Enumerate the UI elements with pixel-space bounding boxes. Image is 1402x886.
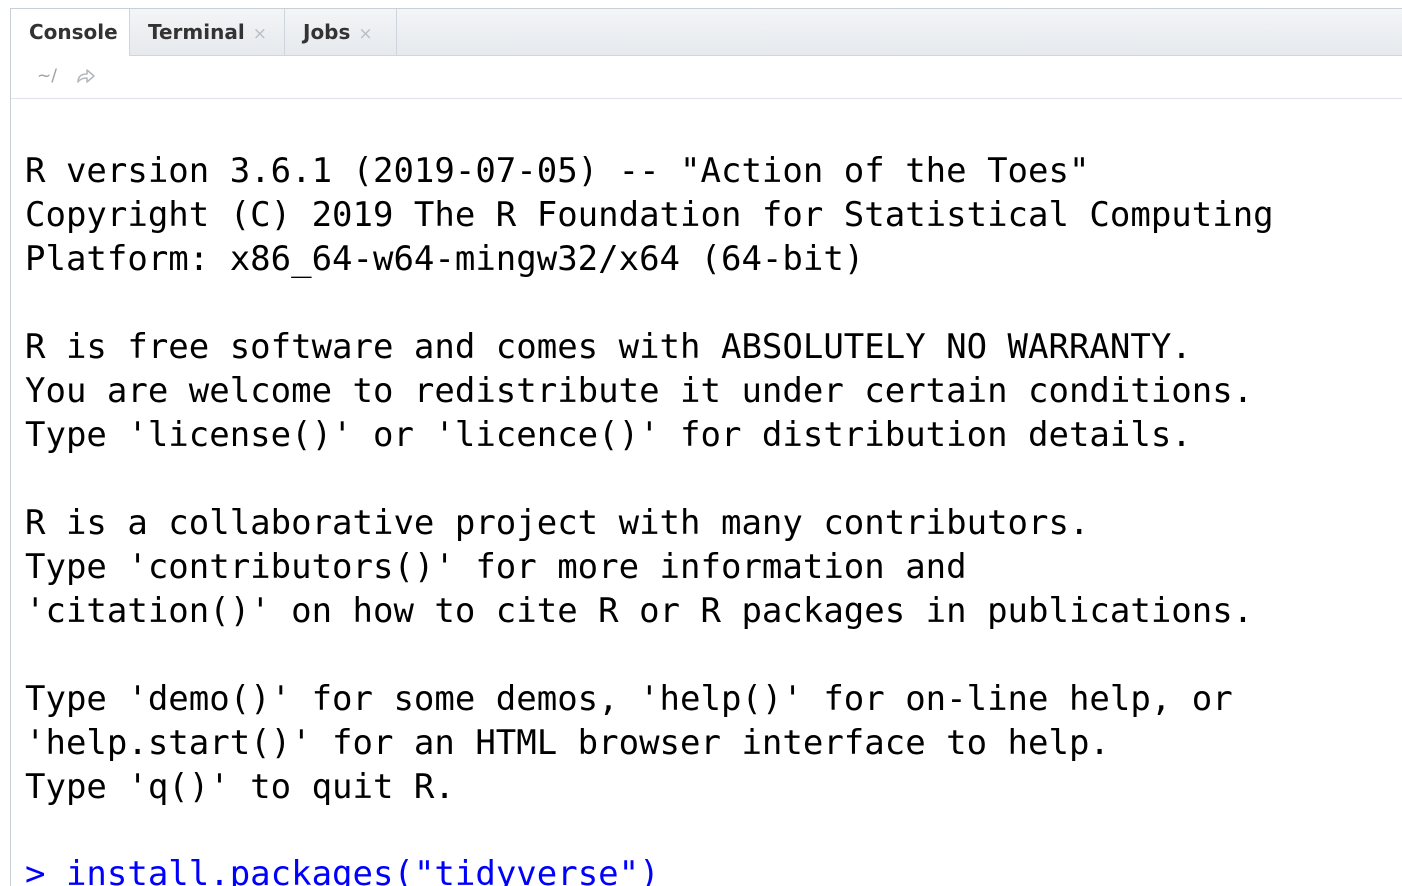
close-icon[interactable]: × [253, 24, 267, 44]
console-command[interactable]: install.packages("tidyverse") [66, 854, 660, 886]
tab-jobs-label: Jobs [303, 20, 351, 44]
console-input-line[interactable]: > install.packages("tidyverse") [25, 852, 660, 886]
tab-console[interactable]: Console [11, 9, 130, 56]
console-output-line: Platform: x86_64-w64-mingw32/x64 (64-bit… [25, 239, 865, 279]
console-output: R version 3.6.1 (2019-07-05) -- "Action … [25, 149, 1402, 853]
console-output-line: You are welcome to redistribute it under… [25, 371, 1254, 411]
close-icon[interactable]: × [358, 24, 372, 44]
console-output-line: R is free software and comes with ABSOLU… [25, 327, 1192, 367]
console-output-line: Type 'demo()' for some demos, 'help()' f… [25, 679, 1233, 719]
console-output-line: 'citation()' on how to cite R or R packa… [25, 591, 1254, 631]
go-to-directory-icon[interactable] [75, 66, 97, 86]
working-directory-path: ~/ [37, 66, 57, 86]
console-output-line: Type 'contributors()' for more informati… [25, 547, 967, 587]
console-output-line: 'help.start()' for an HTML browser inter… [25, 723, 1110, 763]
prompt-symbol: > [25, 854, 66, 886]
console-output-line: Type 'q()' to quit R. [25, 767, 455, 807]
tab-terminal-label: Terminal [148, 20, 245, 44]
pane-tab-bar: Console Terminal × Jobs × [11, 9, 1402, 56]
console-output-line: R version 3.6.1 (2019-07-05) -- "Action … [25, 151, 1090, 191]
console-pane: Console Terminal × Jobs × ~/ R version 3.6… [10, 8, 1402, 886]
console-output-line: Type 'license()' or 'licence()' for dist… [25, 415, 1192, 455]
console-output-line: R is a collaborative project with many c… [25, 503, 1090, 543]
tab-console-label: Console [29, 20, 118, 44]
tab-terminal[interactable]: Terminal × [130, 9, 285, 55]
tab-jobs[interactable]: Jobs × [285, 9, 397, 55]
working-directory-bar: ~/ [11, 56, 1402, 99]
console-output-line: Copyright (C) 2019 The R Foundation for … [25, 195, 1274, 235]
